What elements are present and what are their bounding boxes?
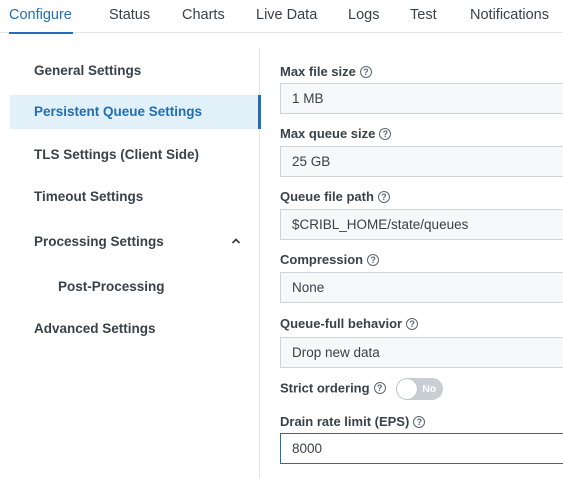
tab-configure[interactable]: Configure (9, 0, 73, 34)
sidebar-item-persistent-queue-settings[interactable]: Persistent Queue Settings (10, 95, 261, 129)
sidebar-item-processing-settings[interactable]: Processing Settings (10, 225, 259, 259)
max-file-size-label: Max file size? (280, 64, 372, 79)
tab-charts[interactable]: Charts (182, 0, 225, 33)
drain-rate-limit-input[interactable]: 8000 (280, 433, 563, 464)
drain-rate-limit-label-text: Drain rate limit (EPS) (280, 414, 410, 429)
toggle-state-label: No (422, 383, 437, 395)
max-queue-size-label: Max queue size? (280, 126, 392, 141)
sidebar-item-label: Persistent Queue Settings (34, 104, 203, 119)
sidebar-item-label: Processing Settings (34, 234, 164, 249)
strict-ordering-label-text: Strict ordering (280, 380, 370, 396)
queue-full-behavior-label-text: Queue-full behavior (280, 316, 403, 331)
help-icon[interactable]: ? (413, 416, 426, 428)
sidebar-item-general-settings[interactable]: General Settings (10, 54, 259, 88)
sidebar-item-timeout-settings[interactable]: Timeout Settings (10, 180, 259, 214)
sidebar-item-label: Post-Processing (58, 279, 165, 294)
compression-label: Compression? (280, 252, 380, 267)
queue-full-behavior-label: Queue-full behavior? (280, 316, 419, 331)
compression-select[interactable]: None (280, 272, 563, 303)
max-file-size-input[interactable]: 1 MB (280, 83, 563, 114)
tab-live-data[interactable]: Live Data (256, 0, 317, 33)
chevron-up-icon[interactable] (231, 225, 241, 259)
queue-file-path-label: Queue file path? (280, 189, 390, 204)
compression-label-text: Compression (280, 252, 364, 267)
help-icon[interactable]: ? (367, 254, 380, 266)
sidebar-item-label: Advanced Settings (34, 321, 156, 336)
queue-file-path-label-text: Queue file path (280, 189, 374, 204)
help-icon[interactable]: ? (377, 191, 390, 203)
max-queue-size-label-text: Max queue size (280, 126, 376, 141)
toggle-knob (397, 379, 418, 399)
strict-ordering-toggle[interactable]: No (396, 378, 444, 400)
sidebar-item-post-processing[interactable]: Post-Processing (10, 270, 259, 304)
sidebar-item-label: TLS Settings (Client Side) (34, 147, 200, 162)
sidebar-item-label: Timeout Settings (34, 189, 144, 204)
sidebar-item-tls-settings[interactable]: TLS Settings (Client Side) (10, 138, 259, 172)
queue-file-path-input[interactable]: $CRIBL_HOME/state/queues (280, 209, 563, 240)
tab-test[interactable]: Test (410, 0, 437, 33)
tab-logs[interactable]: Logs (348, 0, 379, 33)
help-icon[interactable]: ? (359, 66, 372, 78)
help-icon[interactable]: ? (373, 382, 386, 395)
tab-status[interactable]: Status (109, 0, 150, 33)
max-file-size-label-text: Max file size (280, 64, 356, 79)
sidebar-item-advanced-settings[interactable]: Advanced Settings (10, 312, 259, 346)
max-queue-size-input[interactable]: 25 GB (280, 146, 563, 177)
help-icon[interactable]: ? (379, 128, 392, 140)
tab-bar: Configure Status Charts Live Data Logs T… (0, 0, 563, 34)
drain-rate-limit-label: Drain rate limit (EPS)? (280, 414, 426, 429)
strict-ordering-label: Strict ordering? No (280, 378, 444, 400)
queue-full-behavior-select[interactable]: Drop new data (280, 337, 563, 368)
sidebar-item-label: General Settings (34, 63, 142, 78)
tab-notifications[interactable]: Notifications (470, 0, 549, 33)
help-icon[interactable]: ? (406, 318, 419, 330)
